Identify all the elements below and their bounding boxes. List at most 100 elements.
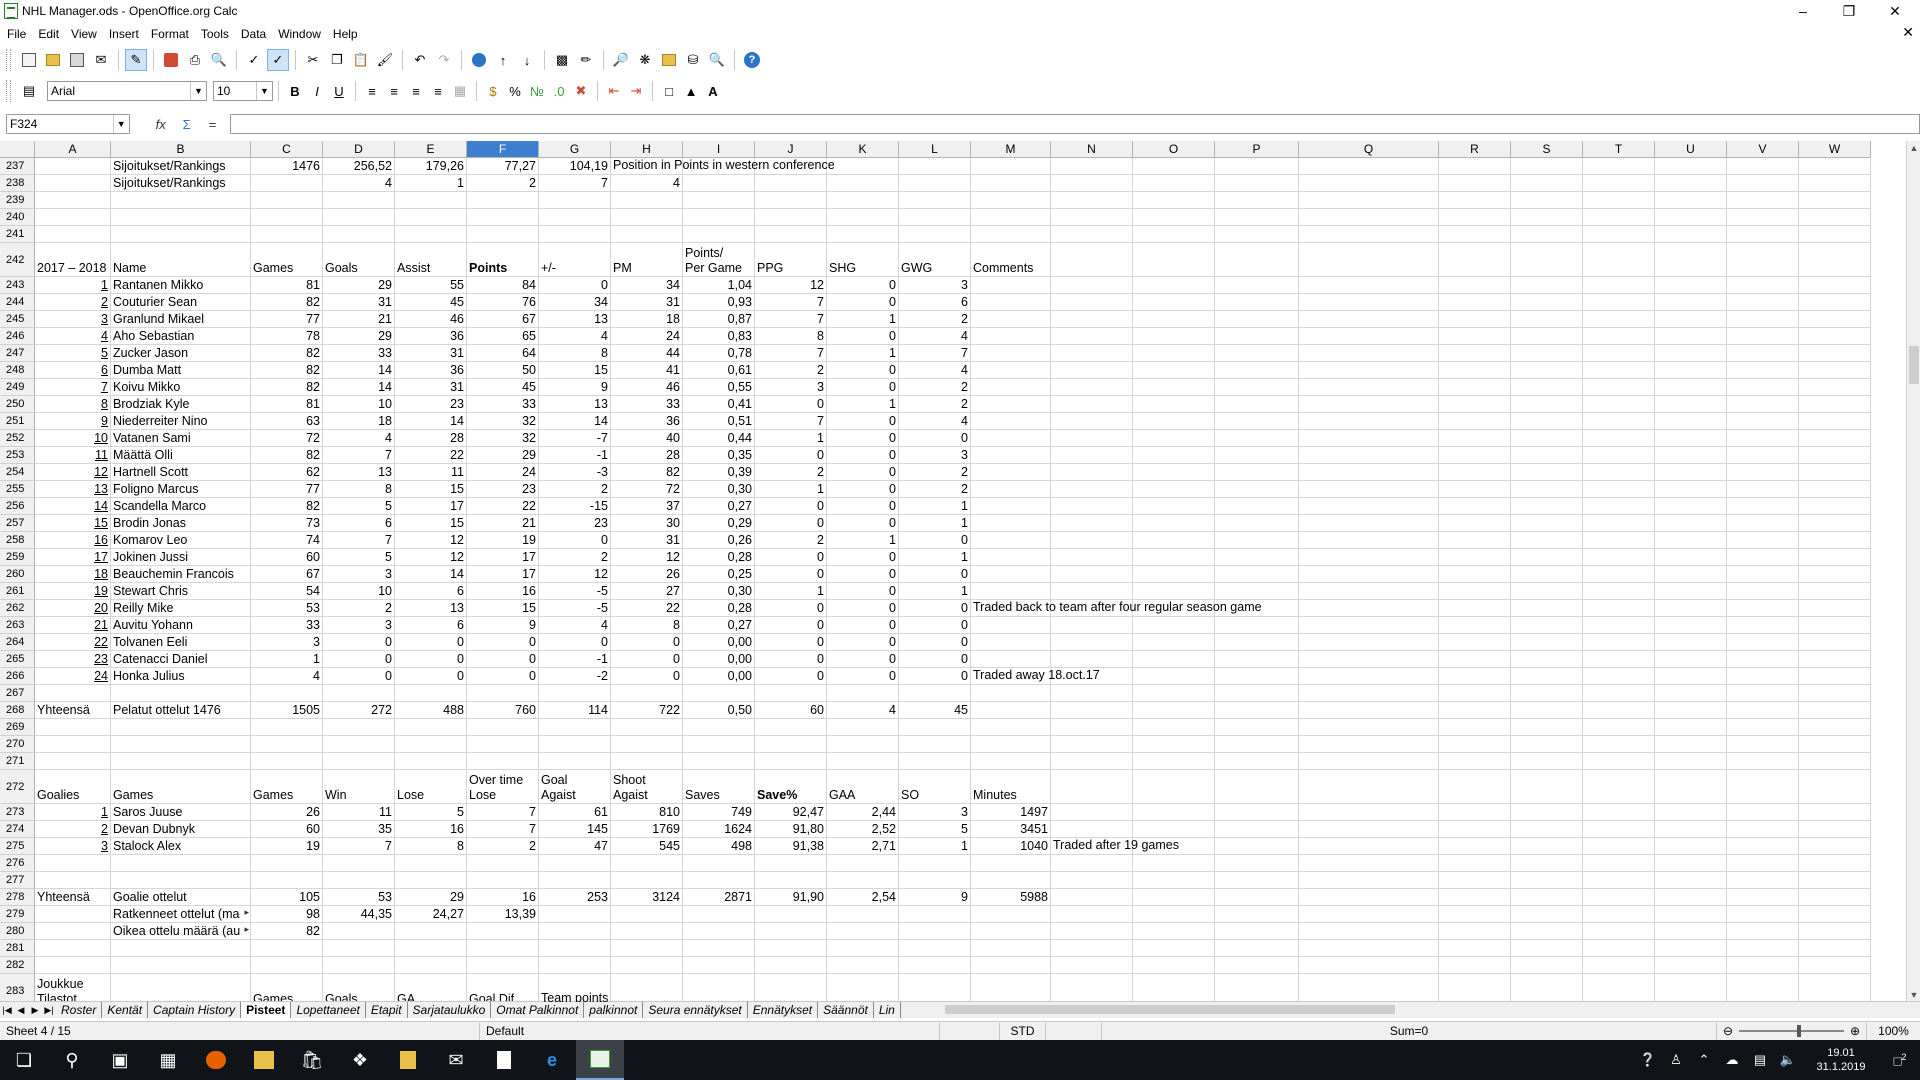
cell-r273[interactable] (1439, 804, 1511, 821)
sheet-tab-omat-palkinnot[interactable]: Omat Palkinnot (491, 1002, 585, 1018)
cell-d282[interactable] (323, 957, 395, 974)
spellcheck-icon[interactable]: ✓ (243, 49, 265, 71)
cell-g265[interactable]: -1 (539, 651, 611, 668)
cell-s279[interactable] (1511, 906, 1583, 923)
cell-t262[interactable] (1583, 600, 1655, 617)
cell-a261[interactable]: 19 (35, 583, 111, 600)
cell-b271[interactable] (111, 753, 251, 770)
cell-a243[interactable]: 1 (35, 277, 111, 294)
cell-o256[interactable] (1133, 498, 1215, 515)
cell-h280[interactable] (611, 923, 683, 940)
cell-e265[interactable]: 0 (395, 651, 467, 668)
cell-t282[interactable] (1583, 957, 1655, 974)
cell-v270[interactable] (1727, 736, 1799, 753)
cell-o254[interactable] (1133, 464, 1215, 481)
cell-q237[interactable] (1299, 158, 1439, 175)
cell-n283[interactable] (1051, 974, 1133, 1002)
cell-b243[interactable]: Rantanen Mikko (111, 277, 251, 294)
cell-i252[interactable]: 0,44 (683, 430, 755, 447)
cell-r244[interactable] (1439, 294, 1511, 311)
cell-g266[interactable]: -2 (539, 668, 611, 685)
cell-h248[interactable]: 41 (611, 362, 683, 379)
cell-b246[interactable]: Aho Sebastian (111, 328, 251, 345)
cell-t269[interactable] (1583, 719, 1655, 736)
cell-u269[interactable] (1655, 719, 1727, 736)
cell-o274[interactable] (1133, 821, 1215, 838)
cell-c244[interactable]: 82 (251, 294, 323, 311)
align-left-icon[interactable]: ≡ (361, 80, 383, 102)
zoom-in-icon[interactable]: ⊕ (1850, 1024, 1860, 1038)
cell-u267[interactable] (1655, 685, 1727, 702)
cell-t266[interactable] (1583, 668, 1655, 685)
cell-h272[interactable]: Shoot Agaist (611, 770, 683, 804)
column-header-r[interactable]: R (1439, 141, 1511, 158)
cell-n263[interactable] (1051, 617, 1133, 634)
cell-t245[interactable] (1583, 311, 1655, 328)
cell-h274[interactable]: 1769 (611, 821, 683, 838)
cell-f274[interactable]: 7 (467, 821, 539, 838)
cell-u254[interactable] (1655, 464, 1727, 481)
column-header-s[interactable]: S (1511, 141, 1583, 158)
cell-w262[interactable] (1799, 600, 1871, 617)
row-header[interactable]: 240 (0, 209, 35, 226)
cell-t272[interactable] (1583, 770, 1655, 804)
cell-s271[interactable] (1511, 753, 1583, 770)
cell-f263[interactable]: 9 (467, 617, 539, 634)
selection-mode[interactable]: STD (1000, 1022, 1046, 1040)
data-sources-icon[interactable]: ⛁ (682, 49, 704, 71)
cell-i251[interactable]: 0,51 (683, 413, 755, 430)
cell-e239[interactable] (395, 192, 467, 209)
cell-r269[interactable] (1439, 719, 1511, 736)
cell-h254[interactable]: 82 (611, 464, 683, 481)
cell-t277[interactable] (1583, 872, 1655, 889)
cell-k249[interactable]: 0 (827, 379, 899, 396)
cell-w246[interactable] (1799, 328, 1871, 345)
cell-w243[interactable] (1799, 277, 1871, 294)
cell-e278[interactable]: 29 (395, 889, 467, 906)
cell-n272[interactable] (1051, 770, 1133, 804)
cell-v254[interactable] (1727, 464, 1799, 481)
chevron-up-icon[interactable]: ⌃ (1690, 1052, 1718, 1068)
file-explorer-icon[interactable] (240, 1040, 288, 1080)
cell-a263[interactable]: 21 (35, 617, 111, 634)
cell-g276[interactable] (539, 855, 611, 872)
cell-j279[interactable] (755, 906, 827, 923)
zoom-handle[interactable] (1797, 1025, 1802, 1037)
cell-g274[interactable]: 145 (539, 821, 611, 838)
cell-s276[interactable] (1511, 855, 1583, 872)
cell-k259[interactable]: 0 (827, 549, 899, 566)
cell-p281[interactable] (1215, 940, 1299, 957)
cell-i249[interactable]: 0,55 (683, 379, 755, 396)
cell-h242[interactable]: PM (611, 243, 683, 277)
cell-b280[interactable]: Oikea ottelu määrä (au (111, 923, 251, 940)
cell-d283[interactable]: Goals (323, 974, 395, 1002)
cell-u274[interactable] (1655, 821, 1727, 838)
cell-m247[interactable] (971, 345, 1051, 362)
row-header[interactable]: 242 (0, 243, 35, 277)
cell-m237[interactable] (971, 158, 1051, 175)
cell-w249[interactable] (1799, 379, 1871, 396)
cell-k283[interactable] (827, 974, 899, 1002)
cell-a245[interactable]: 3 (35, 311, 111, 328)
cell-v241[interactable] (1727, 226, 1799, 243)
cell-u264[interactable] (1655, 634, 1727, 651)
cell-g245[interactable]: 13 (539, 311, 611, 328)
cell-m245[interactable] (971, 311, 1051, 328)
cell-o260[interactable] (1133, 566, 1215, 583)
cell-j244[interactable]: 7 (755, 294, 827, 311)
cell-b262[interactable]: Reilly Mike (111, 600, 251, 617)
cell-m268[interactable] (971, 702, 1051, 719)
cell-a265[interactable]: 23 (35, 651, 111, 668)
row-header[interactable]: 277 (0, 872, 35, 889)
cell-s265[interactable] (1511, 651, 1583, 668)
cell-a240[interactable] (35, 209, 111, 226)
cell-w269[interactable] (1799, 719, 1871, 736)
cell-j278[interactable]: 91,90 (755, 889, 827, 906)
cell-p254[interactable] (1215, 464, 1299, 481)
sheet-tab-roster[interactable]: Roster (56, 1002, 103, 1018)
row-header[interactable]: 271 (0, 753, 35, 770)
cell-w244[interactable] (1799, 294, 1871, 311)
cell-d258[interactable]: 7 (323, 532, 395, 549)
cell-k251[interactable]: 0 (827, 413, 899, 430)
cell-h243[interactable]: 34 (611, 277, 683, 294)
